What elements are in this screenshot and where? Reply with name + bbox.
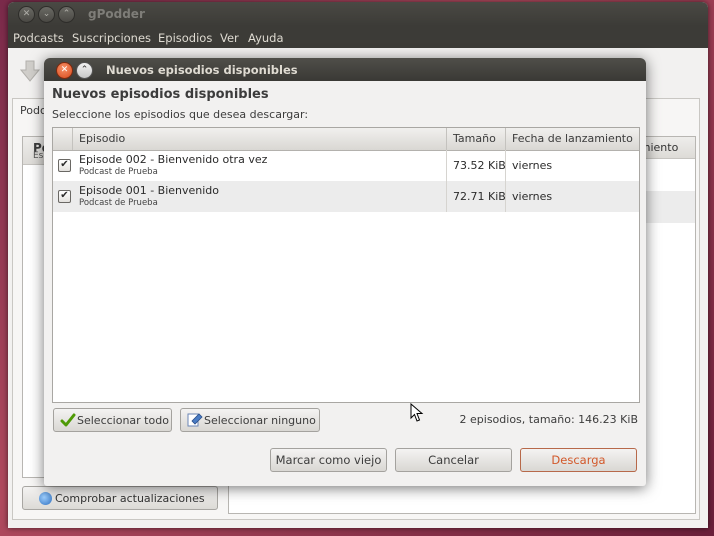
check-updates-label: Comprobar actualizaciones <box>55 492 205 505</box>
menu-episodios[interactable]: Episodios <box>158 31 212 45</box>
table-row[interactable]: ✔ Episode 002 - Bienvenido otra vez Podc… <box>53 150 639 181</box>
download-arrow-icon[interactable] <box>20 60 40 82</box>
episode-size: 72.71 KiB <box>453 190 506 203</box>
header-episodio[interactable]: Episodio <box>73 128 447 150</box>
episode-table: Episodio Tamaño Fecha de lanzamiento ✔ E… <box>52 127 640 403</box>
select-all-label: Seleccionar todo <box>77 414 169 427</box>
dialog-heading: Nuevos episodios disponibles <box>52 87 269 102</box>
refresh-icon <box>39 492 52 505</box>
menu-suscripciones[interactable]: Suscripciones <box>72 31 151 45</box>
episode-date: viernes <box>512 159 553 172</box>
select-none-label: Seleccionar ninguno <box>204 414 316 427</box>
check-updates-button[interactable]: Comprobar actualizaciones <box>22 486 218 510</box>
cancel-button[interactable]: Cancelar <box>395 448 512 472</box>
menu-ver[interactable]: Ver <box>220 31 239 45</box>
menubar: Podcasts Suscripciones Episodios Ver Ayu… <box>8 26 708 48</box>
header-tamano[interactable]: Tamaño <box>447 128 506 150</box>
close-icon[interactable]: ✕ <box>56 62 73 79</box>
table-row[interactable]: ✔ Episode 001 - Bienvenido Podcast de Pr… <box>53 181 639 212</box>
episode-podcast: Podcast de Prueba <box>79 167 158 177</box>
dialog-subtitle: Seleccione los episodios que desea desca… <box>52 108 309 121</box>
main-close-icon[interactable]: ✕ <box>18 6 35 23</box>
main-window-title: gPodder <box>88 7 145 21</box>
main-titlebar: ✕ ⌄ ⌃ gPodder <box>8 2 708 26</box>
episode-podcast: Podcast de Prueba <box>79 198 158 208</box>
episode-size: 73.52 KiB <box>453 159 506 172</box>
episode-title: Episode 002 - Bienvenido otra vez <box>79 153 268 166</box>
mark-old-button[interactable]: Marcar como viejo <box>270 448 387 472</box>
clear-selection-icon <box>187 413 203 427</box>
selection-summary: 2 episodios, tamaño: 146.23 KiB <box>459 413 638 426</box>
main-minimize-icon[interactable]: ⌄ <box>38 6 55 23</box>
header-checkbox[interactable] <box>53 128 73 150</box>
mouse-cursor-icon <box>410 403 424 422</box>
episode-title: Episode 001 - Bienvenido <box>79 184 220 197</box>
header-fecha[interactable]: Fecha de lanzamiento <box>506 128 639 150</box>
dialog-title: Nuevos episodios disponibles <box>106 63 298 77</box>
select-all-button[interactable]: Seleccionar todo <box>53 408 172 432</box>
download-button[interactable]: Descarga <box>520 448 637 472</box>
menu-ayuda[interactable]: Ayuda <box>248 31 284 45</box>
dialog-titlebar: ✕ ⌃ Nuevos episodios disponibles <box>44 58 646 81</box>
episode-date: viernes <box>512 190 553 203</box>
menu-podcasts[interactable]: Podcasts <box>13 31 64 45</box>
table-header: Episodio Tamaño Fecha de lanzamiento <box>53 128 639 151</box>
new-episodes-dialog: ✕ ⌃ Nuevos episodios disponibles Nuevos … <box>44 58 646 486</box>
main-maximize-icon[interactable]: ⌃ <box>58 6 75 23</box>
maximize-icon[interactable]: ⌃ <box>76 62 93 79</box>
checkmark-icon <box>60 413 76 427</box>
select-none-button[interactable]: Seleccionar ninguno <box>180 408 320 432</box>
